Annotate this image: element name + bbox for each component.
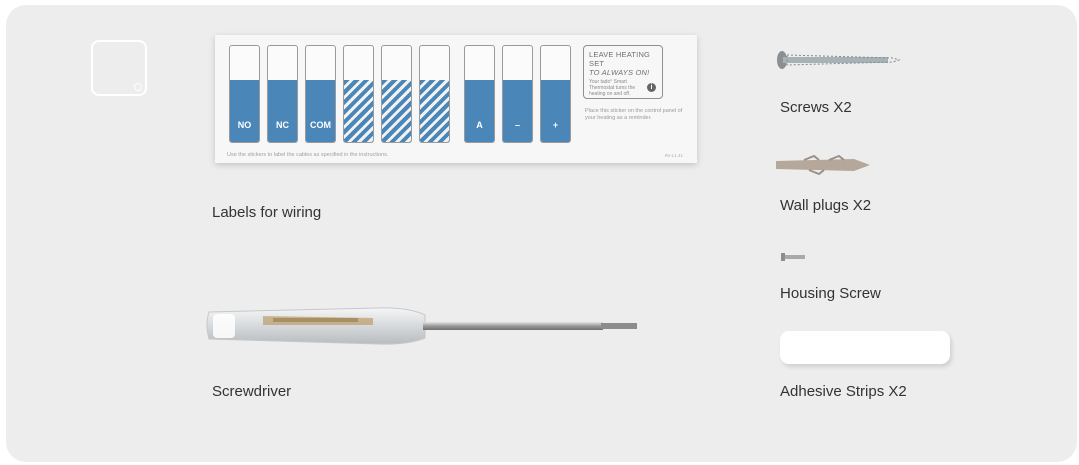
sticker-code: Rv-L1.41	[664, 153, 683, 158]
heating-reminder-note: LEAVE HEATING SET TO ALWAYS ON! Your tad…	[583, 45, 663, 99]
terminal-slot: COM	[305, 45, 336, 143]
terminal-label: COM	[310, 120, 331, 130]
housing-screw-image	[781, 253, 805, 261]
screwdriver-caption: Screwdriver	[212, 383, 292, 400]
sticker-placement-text: Place this sticker on the control panel …	[585, 108, 683, 121]
heating-note-title-line1: LEAVE HEATING SET	[589, 50, 651, 68]
terminal-fill	[268, 80, 297, 142]
terminal-slot: +	[540, 45, 571, 143]
terminal-label: –	[514, 120, 520, 130]
terminal-slot: –	[502, 45, 533, 143]
terminal-slot-hatched	[343, 45, 374, 143]
info-icon: i	[647, 83, 656, 92]
terminal-slot: NO	[229, 45, 260, 143]
heating-note-body: Your tado° Smart Thermostat turns the he…	[589, 79, 636, 97]
terminal-fill	[465, 80, 494, 142]
terminal-fill	[230, 80, 259, 142]
screws-caption: Screws X2	[780, 99, 852, 116]
terminal-label: A	[476, 120, 483, 130]
terminal-fill	[503, 80, 532, 142]
terminal-hatch	[382, 80, 411, 142]
terminal-hatch	[420, 80, 449, 142]
terminal-label: +	[552, 120, 559, 130]
terminal-fill	[541, 80, 570, 142]
terminal-hatch	[344, 80, 373, 142]
terminal-slot-hatched	[381, 45, 412, 143]
housing-screw-caption: Housing Screw	[780, 285, 881, 302]
heating-note-title-line2: TO ALWAYS ON!	[589, 68, 650, 77]
wall-plugs-caption: Wall plugs X2	[780, 197, 872, 214]
wiring-label-sticker-sheet: NO NC COM A – + LEAVE HEATING SET TO ALW…	[215, 35, 697, 163]
terminal-label: NO	[237, 120, 252, 130]
labels-caption: Labels for wiring	[212, 204, 322, 221]
thermostat-outline-icon	[91, 40, 147, 96]
screw-image	[777, 51, 901, 69]
screwdriver-image	[206, 307, 637, 345]
terminal-slot-hatched	[419, 45, 450, 143]
terminal-label: NC	[276, 120, 289, 130]
device-indicator-dot	[134, 83, 142, 91]
box-contents-panel: NO NC COM A – + LEAVE HEATING SET TO ALW…	[6, 5, 1077, 462]
terminal-slot: A	[464, 45, 495, 143]
sticker-footer-text: Use the stickers to label the cables as …	[227, 152, 389, 158]
wall-plug-image	[776, 155, 870, 175]
terminal-slot: NC	[267, 45, 298, 143]
adhesive-strips-caption: Adhesive Strips X2	[780, 383, 907, 400]
terminal-fill	[306, 80, 335, 142]
adhesive-strip-image	[780, 331, 950, 364]
